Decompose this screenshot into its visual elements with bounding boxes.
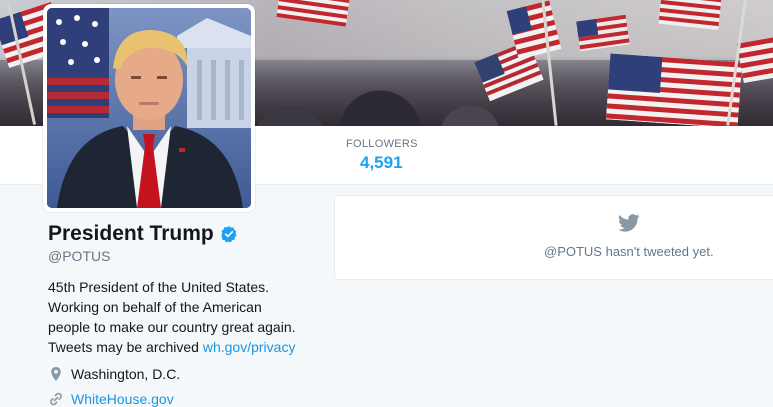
verified-badge-icon[interactable] — [220, 225, 238, 243]
location-row: Washington, D.C. — [48, 366, 318, 382]
followers-label: FOLLOWERS — [346, 138, 418, 150]
profile-card: President Trump @POTUS 45th President of… — [48, 222, 318, 407]
map-pin-icon — [51, 367, 61, 381]
flag-image — [605, 53, 743, 126]
bio-line: 45th President of the United States. — [48, 279, 270, 295]
bio-line: Tweets may be archived — [48, 339, 203, 355]
avatar-photo — [47, 8, 251, 208]
empty-timeline-message: @POTUS hasn't tweeted yet. — [544, 244, 714, 259]
flag-image — [736, 36, 773, 84]
avatar[interactable] — [43, 4, 255, 212]
timeline-card: @POTUS hasn't tweeted yet. — [334, 195, 773, 280]
profile-handle[interactable]: @POTUS — [48, 248, 318, 264]
profile-bio: 45th President of the United States. Wor… — [48, 277, 318, 357]
name-row: President Trump — [48, 222, 318, 246]
bio-privacy-link[interactable]: wh.gov/privacy — [203, 339, 296, 355]
bio-line: Working on behalf of the American — [48, 299, 262, 315]
bio-line: people to make our country great again. — [48, 319, 296, 335]
followers-stat[interactable]: FOLLOWERS 4,591 — [346, 138, 418, 173]
profile-name[interactable]: President Trump — [48, 222, 214, 246]
website-row: WhiteHouse.gov — [48, 391, 318, 407]
profile-website-link[interactable]: WhiteHouse.gov — [71, 391, 174, 407]
followers-count: 4,591 — [360, 153, 403, 172]
twitter-bird-icon — [618, 214, 640, 232]
link-icon — [50, 392, 62, 406]
profile-location: Washington, D.C. — [71, 366, 181, 382]
bio-line-with-link: Tweets may be archived wh.gov/privacy — [48, 337, 318, 357]
